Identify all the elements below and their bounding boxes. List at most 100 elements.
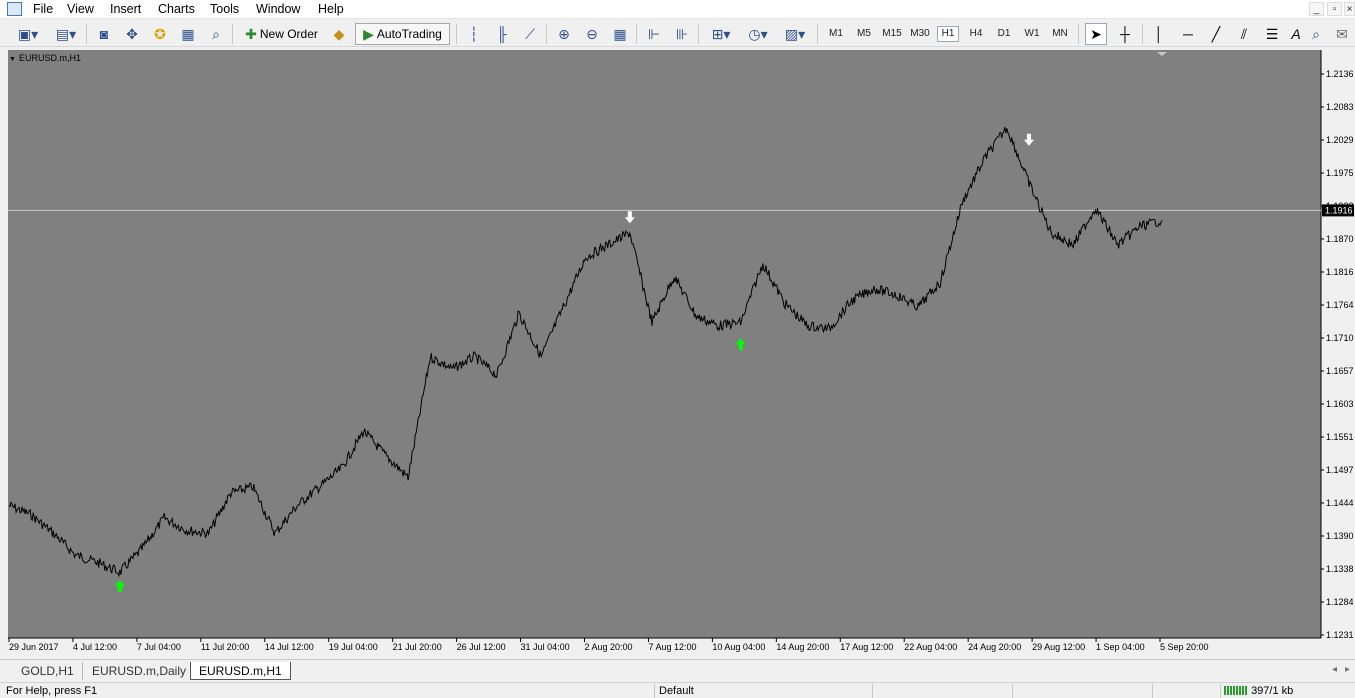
menu-bar: File View Insert Charts Tools Window Hel… [0,0,1355,19]
tile-windows-button[interactable]: ▦ [609,23,631,45]
menu-charts[interactable]: Charts [158,2,195,16]
zoom-out-icon: ⊖ [586,26,598,42]
price-tick-label: 1.1338 [1326,564,1354,574]
price-tick-label: 1.1284 [1326,597,1354,607]
time-tick-label: 22 Aug 04:00 [904,642,957,652]
timeframe-h1[interactable]: H1 [937,26,959,42]
status-cell-empty [872,684,1012,698]
time-tick-label: 14 Jul 12:00 [265,642,314,652]
terminal-button[interactable]: ▦ [177,23,199,45]
collapse-triangle-icon[interactable]: ▼ [9,56,16,63]
time-tick-label: 26 Jul 12:00 [457,642,506,652]
plot-area[interactable] [8,50,1321,638]
timeframe-w1[interactable]: W1 [1021,26,1043,42]
cursor-icon: ➤ [1090,26,1102,42]
timeframe-m30[interactable]: M30 [907,26,933,42]
chart-symbol-label: EURUSD.m,H1 [18,53,81,63]
status-cell-empty [1152,684,1220,698]
star-icon: ✪ [154,26,166,42]
fibonacci-button[interactable]: ☰ [1261,23,1283,45]
timeframe-h4[interactable]: H4 [965,26,987,42]
horizontal-line-button[interactable]: ─ [1177,23,1199,45]
channel-icon: ⫽ [1240,26,1248,42]
menu-file[interactable]: File [33,2,53,16]
trendline-icon: ╱ [1211,26,1221,42]
cursor-tool-button[interactable]: ➤ [1085,23,1107,45]
chart-shift-button[interactable]: ⊪ [671,23,693,45]
tab-scroll-right-icon[interactable]: ▸ [1345,664,1350,675]
price-tick-label: 1.2136 [1326,69,1354,79]
templates-button[interactable]: ▨▾ [779,23,811,45]
bar-chart-button[interactable]: ┆ [463,23,485,45]
minimize-icon[interactable]: _ [1309,2,1324,16]
search-button[interactable]: ⌕ [1306,23,1326,45]
new-order-button[interactable]: ✚ New Order [240,23,323,45]
zoom-in-button[interactable]: ⊕ [553,23,575,45]
navigator-button[interactable]: ✥ [121,23,143,45]
market-watch-button[interactable]: ◙ [93,23,115,45]
chart-tabs: GOLD,H1 EURUSD.m,Daily EURUSD.m,H1 ◂ ▸ [0,659,1355,681]
status-profile: Default [654,684,872,698]
tab-eurusd-daily[interactable]: EURUSD.m,Daily [84,662,196,680]
new-chart-button[interactable]: ▣▾ [12,23,44,45]
metaeditor-button[interactable]: ◆ [328,23,350,45]
vertical-line-icon: │ [1154,26,1164,42]
time-tick-label: 29 Aug 12:00 [1032,642,1085,652]
clock-icon: ◷▾ [748,26,768,42]
price-tick-label: 1.1444 [1326,498,1354,508]
metaeditor-icon: ◆ [333,26,345,42]
equidistant-channel-button[interactable]: ⫽ [1233,23,1255,45]
horizontal-line-icon: ─ [1183,26,1193,42]
restore-icon[interactable]: ▫ [1327,2,1342,16]
line-chart-button[interactable]: ⟋ [519,23,541,45]
terminal-icon: ▦ [181,26,195,42]
timeframe-mn[interactable]: MN [1049,26,1071,42]
toolbar-separator [86,24,87,44]
chart-canvas[interactable]: 1.21361.20831.20291.19751.19221.18701.18… [5,48,1355,658]
close-icon[interactable]: × [1344,2,1355,16]
tab-scroll-left-icon[interactable]: ◂ [1332,664,1337,675]
favorites-button[interactable]: ✪ [149,23,171,45]
profiles-icon: ▤▾ [55,26,77,42]
auto-scroll-icon: ⊩ [647,26,661,42]
zoom-out-button[interactable]: ⊖ [581,23,603,45]
candlestick-chart-button[interactable]: ╟ [491,23,513,45]
price-tick-label: 1.1657 [1326,366,1354,376]
time-tick-label: 24 Aug 20:00 [968,642,1021,652]
status-cell-empty [1012,684,1152,698]
price-tick-label: 1.1497 [1326,465,1354,475]
time-tick-label: 1 Sep 04:00 [1096,642,1145,652]
auto-scroll-button[interactable]: ⊩ [643,23,665,45]
menu-help[interactable]: Help [318,2,344,16]
templates-icon: ▨▾ [784,26,806,42]
crosshair-tool-button[interactable]: ┼ [1114,23,1136,45]
fibonacci-icon: ☰ [1265,26,1279,42]
menu-window[interactable]: Window [256,2,300,16]
autotrading-icon: ▶ [363,26,374,42]
text-tool-button[interactable]: A [1289,23,1303,45]
toolbar-separator [232,24,233,44]
connection-bars-icon [1224,686,1248,695]
strategy-tester-button[interactable]: ⌕ [205,23,227,45]
timeframe-m5[interactable]: M5 [853,26,875,42]
menu-view[interactable]: View [67,2,94,16]
tab-eurusd-h1[interactable]: EURUSD.m,H1 [190,662,291,680]
profiles-button[interactable]: ▤▾ [50,23,82,45]
menu-insert[interactable]: Insert [110,2,141,16]
indicators-button[interactable]: ⊞▾ [705,23,737,45]
tab-gold-h1[interactable]: GOLD,H1 [13,662,83,680]
new-order-label: New Order [259,27,318,41]
timeframe-m15[interactable]: M15 [879,26,905,42]
chart-window[interactable]: 1.21361.20831.20291.19751.19221.18701.18… [5,48,1355,658]
periods-button[interactable]: ◷▾ [742,23,774,45]
status-connection: 397/1 kb [1220,684,1355,698]
timeframe-d1[interactable]: D1 [993,26,1015,42]
vertical-line-button[interactable]: │ [1148,23,1170,45]
trendline-button[interactable]: ╱ [1205,23,1227,45]
menu-tools[interactable]: Tools [210,2,239,16]
app-icon[interactable] [7,2,22,16]
price-tick-label: 1.2083 [1326,102,1354,112]
timeframe-m1[interactable]: M1 [825,26,847,42]
autotrading-button[interactable]: ▶ AutoTrading [355,23,450,45]
chat-button[interactable]: ✉ [1332,23,1352,45]
